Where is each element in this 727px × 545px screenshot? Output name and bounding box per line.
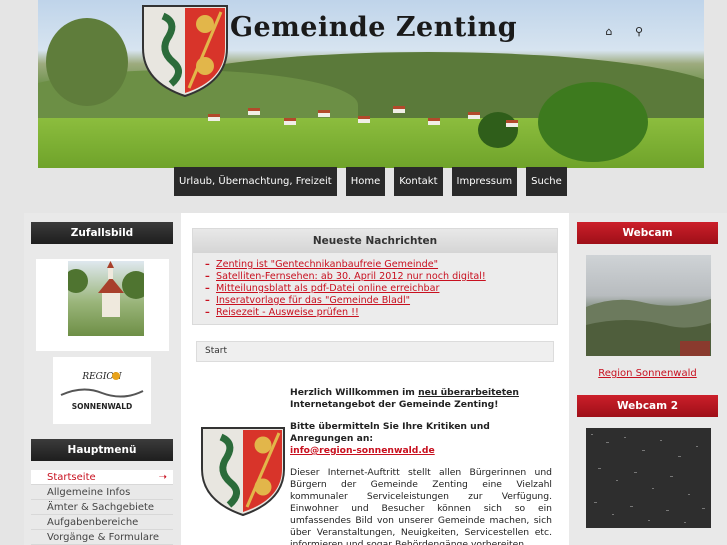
site-title: Gemeinde Zenting (230, 12, 518, 43)
news-item[interactable]: Reisezeit - Ausweise prüfen !! (205, 307, 557, 319)
webcam2-image[interactable] (586, 428, 711, 528)
nav-kontakt[interactable]: Kontakt (394, 167, 443, 196)
village-graphic (188, 100, 548, 134)
feedback-paragraph: Bitte übermitteln Sie Ihre Kritiken und … (290, 421, 552, 457)
news-list: Zenting ist "Gentechnikanbaufreie Gemein… (205, 259, 557, 319)
main-menu: Startseite ➝ Allgemeine Infos Ämter & Sac… (31, 470, 173, 545)
menu-item-aufgabenbereiche[interactable]: Aufgabenbereiche (31, 515, 173, 530)
menu-item-allgemeine-infos[interactable]: Allgemeine Infos (31, 485, 173, 500)
news-item[interactable]: Mitteilungsblatt als pdf-Datei online er… (205, 283, 557, 295)
menu-item-vorgaenge[interactable]: Vorgänge & Formulare (31, 530, 173, 545)
menu-item-startseite[interactable]: Startseite ➝ (31, 470, 173, 485)
top-navigation: Urlaub, Übernachtung, Freizeit Home Kont… (174, 167, 567, 196)
email-link[interactable]: info@region-sonnenwald.de (290, 445, 435, 456)
nav-suche[interactable]: Suche (526, 167, 567, 196)
region-sonnenwald-logo[interactable]: REGION SONNENWALD (53, 357, 151, 424)
main-menu-title: Hauptmenü (31, 439, 173, 461)
coat-of-arms-icon (142, 5, 228, 98)
nav-urlaub[interactable]: Urlaub, Übernachtung, Freizeit (174, 167, 337, 196)
header-banner: Gemeinde Zenting ⌂ ⚲ (38, 0, 704, 168)
left-sidebar: Zufallsbild REGION SONNENWALD Hauptmenü … (24, 213, 181, 545)
home-icon[interactable]: ⌂ (602, 25, 616, 39)
random-image[interactable] (36, 259, 169, 351)
webcam-title: Webcam (577, 222, 718, 244)
feedback-text: Bitte übermitteln Sie Ihre Kritiken und … (290, 421, 490, 444)
webcam-link[interactable]: Region Sonnenwald (577, 368, 718, 379)
menu-item-label: Startseite (47, 472, 96, 483)
menu-item-aemter[interactable]: Ämter & Sachgebiete (31, 500, 173, 515)
webcam2-title: Webcam 2 (577, 395, 718, 417)
news-item[interactable]: Zenting ist "Gentechnikanbaufreie Gemein… (205, 259, 557, 271)
nav-home[interactable]: Home (345, 167, 386, 196)
search-icon[interactable]: ⚲ (632, 25, 646, 39)
svg-text:SONNENWALD: SONNENWALD (72, 402, 132, 411)
webcam-image[interactable] (586, 255, 711, 356)
news-box: Neueste Nachrichten Zenting ist "Gentech… (192, 228, 558, 325)
intro-text: Herzlich Willkommen im neu überarbeitete… (290, 387, 552, 545)
news-item[interactable]: Satelliten-Fernsehen: ab 30. April 2012 … (205, 271, 557, 283)
main-content: Neueste Nachrichten Zenting ist "Gentech… (181, 213, 569, 545)
breadcrumb: Start (196, 341, 554, 362)
nav-impressum[interactable]: Impressum (451, 167, 518, 196)
news-item[interactable]: Inseratvorlage für das "Gemeinde Bladl" (205, 295, 557, 307)
body-paragraph: Dieser Internet-Auftritt stellt allen Bü… (290, 467, 552, 545)
tree-graphic (46, 18, 128, 106)
welcome-link[interactable]: neu überarbeiteten (418, 387, 519, 398)
welcome-paragraph: Herzlich Willkommen im neu überarbeitete… (290, 387, 552, 411)
welcome-text: Internetangebot der Gemeinde Zenting! (290, 399, 499, 410)
random-image-title: Zufallsbild (31, 222, 173, 244)
tree-graphic (538, 82, 648, 162)
news-title: Neueste Nachrichten (193, 229, 557, 253)
coat-of-arms-icon (201, 427, 285, 517)
arrow-right-icon: ➝ (158, 472, 167, 483)
right-sidebar: Webcam Region Sonnenwald Webcam 2 (569, 213, 727, 545)
welcome-text: Herzlich Willkommen im (290, 387, 419, 398)
